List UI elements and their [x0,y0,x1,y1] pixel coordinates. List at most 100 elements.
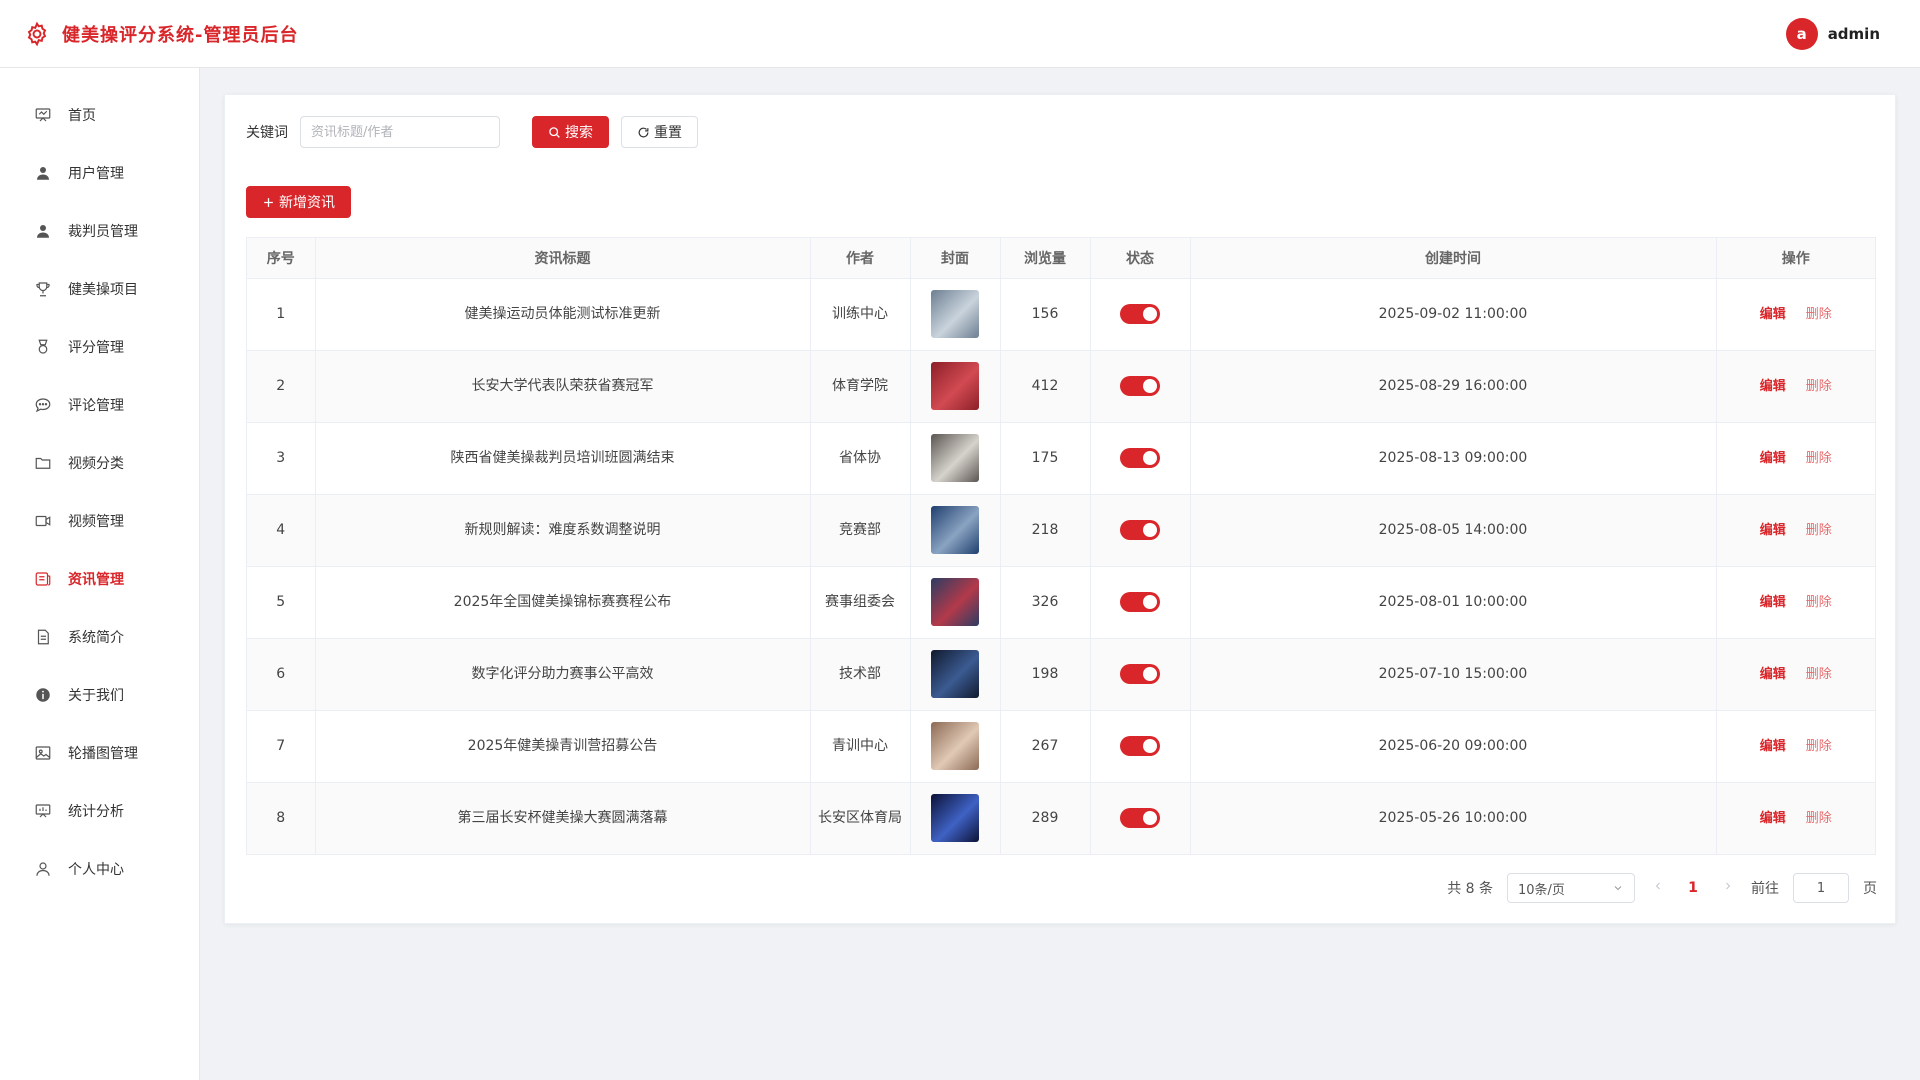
goto-page-input[interactable] [1793,873,1849,903]
row-actions: 编辑 删除 [1716,494,1875,567]
row-index: 3 [247,422,316,495]
cover-thumbnail[interactable] [931,794,979,843]
plus-icon [264,197,273,207]
sidebar-item-label: 轮播图管理 [68,746,138,762]
column-header-status: 状态 [1090,238,1191,279]
sidebar-item-comments[interactable]: 评论管理 [0,376,199,434]
row-actions: 编辑 删除 [1716,782,1875,854]
sidebar-item-profile[interactable]: 个人中心 [0,840,199,898]
edit-button[interactable]: 编辑 [1760,523,1786,538]
sidebar-item-label: 视频管理 [68,514,124,530]
search-button[interactable]: 搜索 [532,116,609,148]
delete-button[interactable]: 删除 [1806,667,1832,682]
sidebar-item-system-intro[interactable]: 系统简介 [0,608,199,666]
sidebar-item-video-categories[interactable]: 视频分类 [0,434,199,492]
row-views: 267 [1000,710,1091,783]
sidebar-item-scores[interactable]: 评分管理 [0,318,199,376]
cover-thumbnail[interactable] [931,506,979,554]
cover-thumbnail[interactable] [931,578,979,626]
folder-icon [35,457,51,469]
edit-button[interactable]: 编辑 [1760,667,1786,682]
edit-button[interactable]: 编辑 [1760,595,1786,610]
status-toggle[interactable] [1120,592,1160,612]
delete-button[interactable]: 删除 [1806,739,1832,754]
username[interactable]: admin [1828,25,1880,43]
status-toggle[interactable] [1120,736,1160,756]
avatar[interactable]: a [1785,17,1818,50]
row-created: 2025-07-10 15:00:00 [1190,638,1717,711]
edit-button[interactable]: 编辑 [1760,379,1786,394]
sidebar-item-label: 系统简介 [68,630,124,646]
status-toggle[interactable] [1120,808,1160,829]
page-number-current[interactable]: 1 [1681,880,1705,896]
document-icon [37,629,49,645]
search-input[interactable] [300,116,500,148]
add-news-button[interactable]: 新增资讯 [246,186,351,218]
sidebar-item-news[interactable]: 资讯管理 [0,550,199,608]
sidebar-item-carousel[interactable]: 轮播图管理 [0,724,199,782]
table-row: 8 第三届长安杯健美操大赛圆满落幕 长安区体育局 289 2025-05-26 10:0… [247,782,1875,854]
row-cover-cell [910,710,1001,783]
edit-button[interactable]: 编辑 [1760,811,1786,826]
cover-thumbnail[interactable] [931,362,979,410]
cover-thumbnail[interactable] [931,290,979,338]
edit-button[interactable]: 编辑 [1760,451,1786,466]
column-header-created: 创建时间 [1190,238,1717,279]
status-toggle[interactable] [1120,376,1160,396]
delete-button[interactable]: 删除 [1806,451,1832,466]
cover-thumbnail[interactable] [931,434,979,482]
table-row: 6 数字化评分助力赛事公平高效 技术部 198 2025-07-10 15:00:00 编… [247,638,1875,711]
sidebar-item-label: 视频分类 [68,456,124,472]
brand: 健美操评分系统-管理员后台 [24,21,298,47]
sidebar-item-label: 健美操项目 [68,282,138,298]
row-views: 198 [1000,638,1091,711]
delete-button[interactable]: 删除 [1806,595,1832,610]
status-toggle[interactable] [1120,520,1160,540]
table-row: 7 2025年健美操青训营招募公告 青训中心 267 2025-06-20 09:00:… [247,710,1875,783]
delete-button[interactable]: 删除 [1806,307,1832,322]
sidebar-item-label: 评分管理 [68,340,124,356]
row-views: 412 [1000,350,1091,423]
edit-button[interactable]: 编辑 [1760,307,1786,322]
sidebar-item-users[interactable]: 用户管理 [0,144,199,202]
row-cover-cell [910,782,1001,854]
cover-thumbnail[interactable] [931,650,979,698]
page-size-select[interactable]: 10条/页 [1507,873,1635,903]
cover-thumbnail[interactable] [931,722,979,770]
gear-icon [27,21,47,46]
delete-button[interactable]: 删除 [1806,379,1832,394]
row-views: 218 [1000,494,1091,567]
sidebar-item-about[interactable]: 关于我们 [0,666,199,724]
edit-button[interactable]: 编辑 [1760,739,1786,754]
trophy-icon [36,282,50,297]
total-count: 共 8 条 [1447,881,1493,897]
news-icon [35,572,51,586]
row-title: 2025年健美操青训营招募公告 [315,710,811,783]
table-row: 1 健美操运动员体能测试标准更新 训练中心 156 2025-09-02 11:00:0… [247,278,1875,351]
reset-button-label: 重置 [654,125,682,141]
row-status-cell [1090,710,1191,783]
prev-page-button[interactable] [1649,880,1667,896]
status-toggle[interactable] [1120,304,1160,324]
delete-button[interactable]: 删除 [1806,811,1832,826]
reset-button[interactable]: 重置 [621,116,698,148]
next-page-button[interactable] [1719,880,1737,896]
medal-icon [38,339,48,354]
status-toggle[interactable] [1120,664,1160,684]
column-header-cover: 封面 [910,238,1001,279]
chevron-left-icon [1655,882,1660,890]
sidebar-item-home[interactable]: 首页 [0,86,199,144]
delete-button[interactable]: 删除 [1806,523,1832,538]
row-created: 2025-08-01 10:00:00 [1190,566,1717,639]
row-author: 青训中心 [810,710,911,783]
sidebar-item-videos[interactable]: 视频管理 [0,492,199,550]
sidebar-item-judges[interactable]: 裁判员管理 [0,202,199,260]
row-views: 175 [1000,422,1091,495]
row-cover-cell [910,494,1001,567]
sidebar-item-statistics[interactable]: 统计分析 [0,782,199,840]
user-menu[interactable]: a admin [1785,17,1880,50]
column-header-index: 序号 [247,238,316,279]
row-author: 省体协 [810,422,911,495]
status-toggle[interactable] [1120,448,1160,468]
sidebar-item-projects[interactable]: 健美操项目 [0,260,199,318]
